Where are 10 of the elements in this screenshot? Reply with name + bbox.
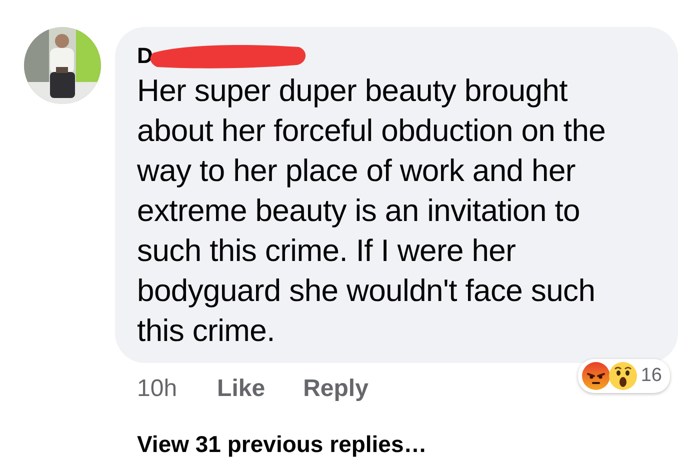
- view-replies-link[interactable]: View 31 previous replies…: [137, 427, 427, 462]
- comment-text: Her super duper beauty brought about her forceful obduction on the way to her place of work and her extreme beauty is an invitation to such this crime. If I were her bodyguard she wouldn't face such this crime.: [137, 72, 607, 350]
- angry-emoji-icon: [580, 361, 611, 391]
- reactions-pill[interactable]: 16: [578, 359, 670, 393]
- reaction-count: 16: [640, 364, 662, 388]
- wow-emoji-icon: [608, 361, 638, 391]
- timestamp: 10h: [137, 374, 178, 404]
- like-button[interactable]: Like: [217, 371, 266, 407]
- reply-button[interactable]: Reply: [303, 371, 368, 407]
- author-name[interactable]: D: [137, 43, 153, 69]
